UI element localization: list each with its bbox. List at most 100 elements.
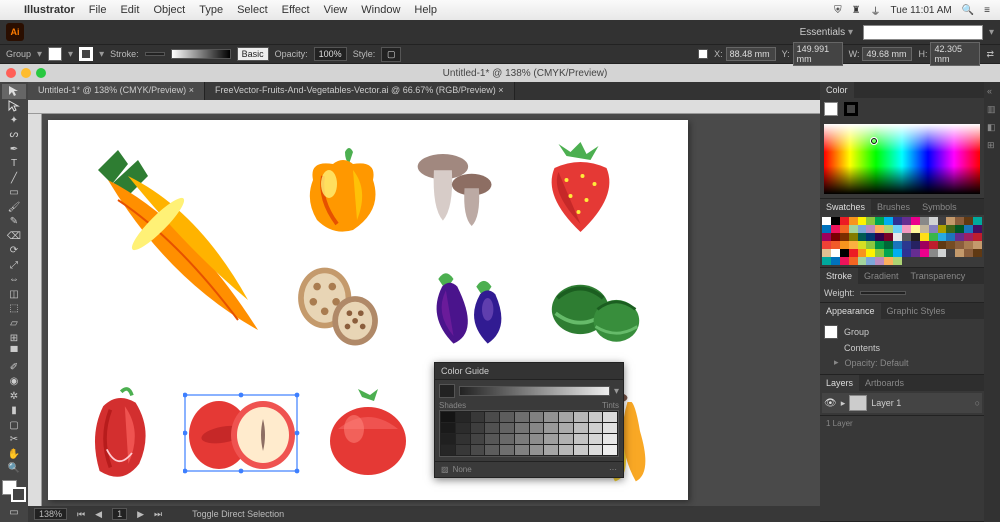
shade-cell[interactable] (471, 423, 485, 433)
lasso-tool[interactable]: ᔕ (2, 128, 26, 143)
shade-cell[interactable] (559, 412, 573, 422)
swatch[interactable] (964, 241, 973, 249)
status-shield-icon[interactable]: ⛨ (834, 5, 842, 16)
caret-icon[interactable]: ▸ (834, 357, 839, 368)
swatch[interactable] (893, 217, 902, 225)
width-tool[interactable]: ⇔ (2, 273, 26, 288)
shade-cell[interactable] (603, 423, 617, 433)
shade-cell[interactable] (456, 412, 470, 422)
shade-cell[interactable] (471, 412, 485, 422)
w-input[interactable]: 49.68 mm (862, 47, 912, 61)
swatch[interactable] (955, 217, 964, 225)
ref-point-icon[interactable] (698, 49, 708, 59)
shade-cell[interactable] (456, 445, 470, 455)
shade-cell[interactable] (530, 423, 544, 433)
menu-select[interactable]: Select (237, 4, 268, 16)
swatch[interactable] (875, 257, 884, 265)
swatch[interactable] (840, 225, 849, 233)
y-input[interactable]: 149.991 mm (793, 42, 843, 66)
zoom-window-icon[interactable] (36, 68, 46, 78)
stroke-weight-field[interactable] (860, 291, 906, 295)
swatch[interactable] (902, 249, 911, 257)
shade-cell[interactable] (589, 445, 603, 455)
shade-cell[interactable] (485, 423, 499, 433)
shade-cell[interactable] (456, 434, 470, 444)
symbol-sprayer-tool[interactable]: ✲ (2, 389, 26, 404)
screen-mode-icon[interactable]: ▭ (2, 506, 26, 521)
stroke-box[interactable] (11, 487, 26, 502)
close-tab-icon[interactable]: × (189, 85, 194, 95)
pencil-tool[interactable]: ✎ (2, 215, 26, 230)
swatch[interactable] (964, 233, 973, 241)
swatch[interactable] (858, 257, 867, 265)
close-window-icon[interactable] (6, 68, 16, 78)
visibility-eye-icon[interactable]: 👁 (824, 398, 837, 409)
artboard-nav-first-icon[interactable]: ⏮ (77, 509, 85, 520)
brush-def-preview[interactable] (171, 49, 231, 59)
paintbrush-tool[interactable]: 🖌 (2, 200, 26, 215)
perspective-tool[interactable]: ▱ (2, 316, 26, 331)
shade-cell[interactable] (559, 423, 573, 433)
swatch[interactable] (964, 217, 973, 225)
swatch[interactable] (902, 241, 911, 249)
swatch[interactable] (849, 225, 858, 233)
swatch[interactable] (822, 257, 831, 265)
swatch[interactable] (946, 225, 955, 233)
style-thumb[interactable]: ▢ (381, 47, 401, 62)
swatch[interactable] (840, 249, 849, 257)
swatch[interactable] (875, 217, 884, 225)
eggplant-illustration[interactable] (408, 260, 518, 355)
shade-cell[interactable] (559, 434, 573, 444)
swatch-grid[interactable] (820, 215, 984, 267)
shade-cell[interactable] (485, 412, 499, 422)
carrots-illustration[interactable] (68, 140, 268, 340)
swatch[interactable] (920, 217, 929, 225)
swatch[interactable] (973, 225, 982, 233)
eyedropper-tool[interactable]: ✐ (2, 360, 26, 375)
swatch[interactable] (822, 225, 831, 233)
zoom-tool[interactable]: 🔍 (2, 461, 26, 476)
document-tab-1[interactable]: Untitled-1* @ 138% (CMYK/Preview) × (28, 82, 205, 100)
pepper-illustration[interactable] (78, 380, 168, 490)
swatch[interactable] (831, 233, 840, 241)
color-tab[interactable]: Color (820, 82, 854, 98)
swatch[interactable] (884, 249, 893, 257)
fill-swatch[interactable] (48, 47, 62, 61)
shade-cell[interactable] (603, 434, 617, 444)
column-graph-tool[interactable]: ▮ (2, 403, 26, 418)
artboard-nav-last-icon[interactable]: ⏭ (154, 509, 162, 520)
shade-cell[interactable] (574, 412, 588, 422)
graphic-styles-tab[interactable]: Graphic Styles (881, 303, 952, 319)
swatch[interactable] (893, 249, 902, 257)
swatch[interactable] (946, 249, 955, 257)
shade-cell[interactable] (500, 423, 514, 433)
swatch[interactable] (849, 217, 858, 225)
fortress-icon[interactable]: ♜ (852, 5, 861, 16)
menu-effect[interactable]: Effect (282, 4, 310, 16)
shade-cell[interactable] (544, 412, 558, 422)
swatch[interactable] (973, 233, 982, 241)
shade-cell[interactable] (441, 423, 455, 433)
swatch[interactable] (884, 257, 893, 265)
swatch[interactable] (946, 233, 955, 241)
shade-cell[interactable] (441, 434, 455, 444)
swatch[interactable] (831, 257, 840, 265)
color-guide-options-icon[interactable]: ⋯ (609, 465, 617, 474)
swatch[interactable] (831, 225, 840, 233)
stroke-swatch[interactable] (79, 47, 93, 61)
swatch[interactable] (929, 241, 938, 249)
shade-cell[interactable] (589, 423, 603, 433)
target-icon[interactable]: ○ (975, 398, 980, 408)
shade-cell[interactable] (515, 423, 529, 433)
stroke-tab[interactable]: Stroke (820, 268, 858, 284)
apple-cut-illustration[interactable] (183, 375, 303, 485)
rectangle-tool[interactable]: ▭ (2, 186, 26, 201)
zoom-level[interactable]: 138% (34, 508, 67, 520)
menu-view[interactable]: View (324, 4, 348, 16)
shade-cell[interactable] (500, 434, 514, 444)
swatch[interactable] (831, 217, 840, 225)
swatch[interactable] (884, 225, 893, 233)
color-spectrum[interactable] (824, 124, 980, 194)
none-swatch-icon[interactable]: ▨ (441, 465, 449, 474)
swatch[interactable] (920, 225, 929, 233)
